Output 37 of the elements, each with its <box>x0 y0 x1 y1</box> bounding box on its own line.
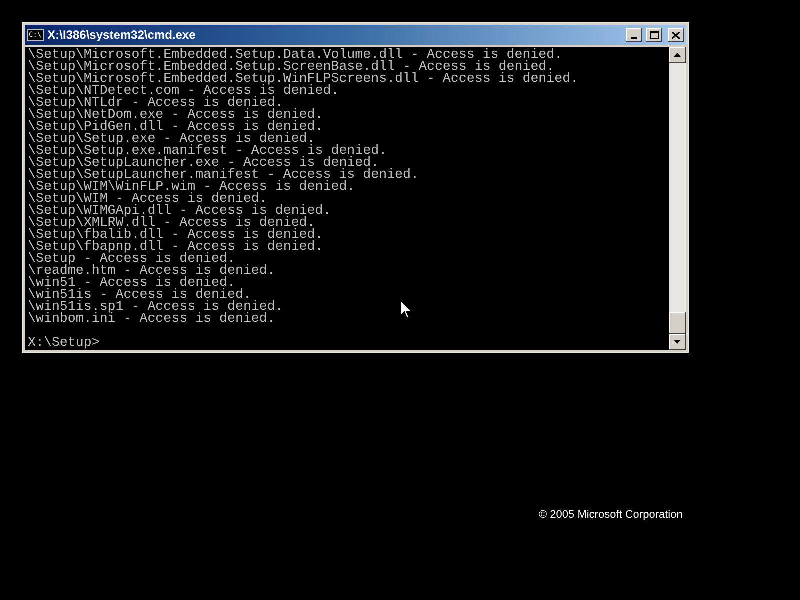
minimize-button[interactable] <box>626 28 642 42</box>
scroll-up-button[interactable] <box>669 47 686 63</box>
command-prompt: X:\Setup> <box>28 337 100 349</box>
console-line: \Setup\WIM - Access is denied. <box>28 193 268 205</box>
console-line: \Setup\PidGen.dll - Access is denied. <box>28 121 324 133</box>
console-line: \win51is.sp1 - Access is denied. <box>28 301 284 313</box>
console-line: \Setup\NetDom.exe - Access is denied. <box>28 109 324 121</box>
console-line: \Setup\WIMGApi.dll - Access is denied. <box>28 205 332 217</box>
console-line: \Setup\Microsoft.Embedded.Setup.Data.Volume.dll - Access is denied. <box>28 49 563 61</box>
console-line: \Setup\fbalib.dll - Access is denied. <box>28 229 324 241</box>
console-line: \winbom.ini - Access is denied. <box>28 313 276 325</box>
console-line: \readme.htm - Access is denied. <box>28 265 276 277</box>
console-line: \win51is - Access is denied. <box>28 289 252 301</box>
console-line: \win51 - Access is denied. <box>28 277 236 289</box>
console-line: \Setup\Microsoft.Embedded.Setup.ScreenBase.dll - Access is denied. <box>28 61 555 73</box>
up-arrow-icon <box>674 53 681 57</box>
console-line: \Setup\NTLdr - Access is denied. <box>28 97 284 109</box>
scroll-down-button[interactable] <box>669 334 686 350</box>
scrollbar[interactable] <box>669 47 686 350</box>
console-line: \Setup\NTDetect.com - Access is denied. <box>28 85 340 97</box>
console-line: \Setup\SetupLauncher.exe - Access is denied. <box>28 157 380 169</box>
console-line: \Setup\Setup.exe - Access is denied. <box>28 133 316 145</box>
window-title: X:\I386\system32\cmd.exe <box>48 27 196 44</box>
copyright-text: © 2005 Microsoft Corporation <box>539 508 683 523</box>
console-line: \Setup - Access is denied. <box>28 253 236 265</box>
down-arrow-icon <box>674 340 681 344</box>
console-line: \Setup\Microsoft.Embedded.Setup.WinFLPScreens.dll - Access is denied. <box>28 73 579 85</box>
maximize-button[interactable] <box>646 28 662 42</box>
console-line: \Setup\XMLRW.dll - Access is denied. <box>28 217 316 229</box>
console-line: \Setup\WIM\WinFLP.wim - Access is denied. <box>28 181 356 193</box>
console-line: \Setup\Setup.exe.manifest - Access is denied. <box>28 145 388 157</box>
close-button[interactable] <box>668 28 684 42</box>
close-icon <box>672 32 680 38</box>
mouse-pointer-icon <box>400 300 412 319</box>
scroll-thumb[interactable] <box>669 312 686 334</box>
console-line: \Setup\fbapnp.dll - Access is denied. <box>28 241 324 253</box>
console-line: \Setup\SetupLauncher.manifest - Access is denied. <box>28 169 419 181</box>
